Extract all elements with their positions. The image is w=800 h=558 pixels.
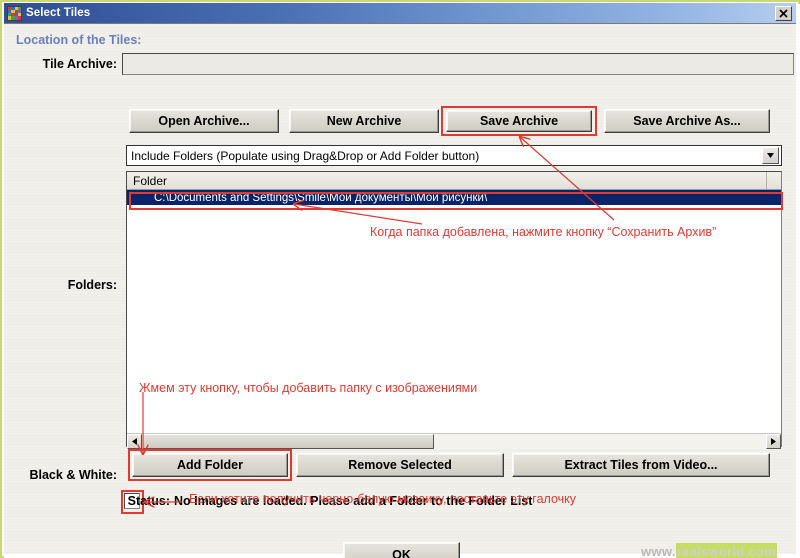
new-archive-button[interactable]: New Archive <box>289 109 439 133</box>
include-folders-combobox-value: Include Folders (Populate using Drag&Dro… <box>131 148 480 163</box>
annotation-save-archive: Когда папка добавлена, нажмите кнопку “С… <box>370 225 717 239</box>
folder-list-header: Folder <box>127 172 781 190</box>
remove-selected-button[interactable]: Remove Selected <box>296 453 504 477</box>
annotation-add-folder: Жмем эту кнопку, чтобы добавить папку с … <box>139 381 478 395</box>
section-legend: Location of the Tiles: <box>16 33 142 47</box>
save-archive-as-button[interactable]: Save Archive As... <box>604 109 770 133</box>
arrow-right-icon[interactable] <box>766 433 781 449</box>
ok-button[interactable]: OK <box>343 542 460 558</box>
folder-list-column-folder[interactable]: Folder <box>127 172 767 189</box>
watermark-highlight: realsworld.com <box>675 543 778 558</box>
arrow-left-icon[interactable] <box>127 433 142 449</box>
select-tiles-dialog: Select Tiles Location of the Tiles: Tile… <box>0 0 800 558</box>
table-row[interactable]: C:\Documents and Settings\Smile\Мои доку… <box>127 190 781 205</box>
mosaic-tiles-icon <box>7 5 22 21</box>
open-archive-button[interactable]: Open Archive... <box>129 109 279 133</box>
watermark: www.realsworld.com <box>641 543 778 558</box>
title-bar[interactable]: Select Tiles <box>4 3 796 24</box>
watermark-prefix: www. <box>641 544 676 558</box>
status-label: Status: <box>127 494 170 508</box>
hscrollbar-track[interactable] <box>142 433 766 449</box>
folder-path-cell: C:\Documents and Settings\Smile\Мои доку… <box>154 191 488 204</box>
hscrollbar-thumb[interactable] <box>142 433 434 449</box>
folder-list-hscrollbar[interactable] <box>127 433 781 449</box>
folders-label: Folders: <box>67 278 117 292</box>
folder-list[interactable]: Folder C:\Documents and Settings\Smile\М… <box>126 171 782 447</box>
tile-archive-input[interactable] <box>122 53 794 75</box>
folder-list-rows: C:\Documents and Settings\Smile\Мои доку… <box>127 190 781 205</box>
chevron-down-icon[interactable] <box>762 147 779 164</box>
annotation-black-and-white: Если хотите получить черно-белую мозаику… <box>189 492 577 506</box>
extract-tiles-from-video-button[interactable]: Extract Tiles from Video... <box>512 453 770 477</box>
window-title: Select Tiles <box>26 7 91 19</box>
dialog-body: Location of the Tiles: Tile Archive: Ope… <box>4 24 796 558</box>
close-icon[interactable] <box>775 5 792 21</box>
save-archive-button[interactable]: Save Archive <box>446 110 592 132</box>
black-and-white-label: Black & White: <box>29 468 117 482</box>
add-folder-button[interactable]: Add Folder <box>132 453 288 477</box>
tile-archive-label: Tile Archive: <box>42 57 117 71</box>
include-folders-combobox[interactable]: Include Folders (Populate using Drag&Dro… <box>126 145 782 166</box>
